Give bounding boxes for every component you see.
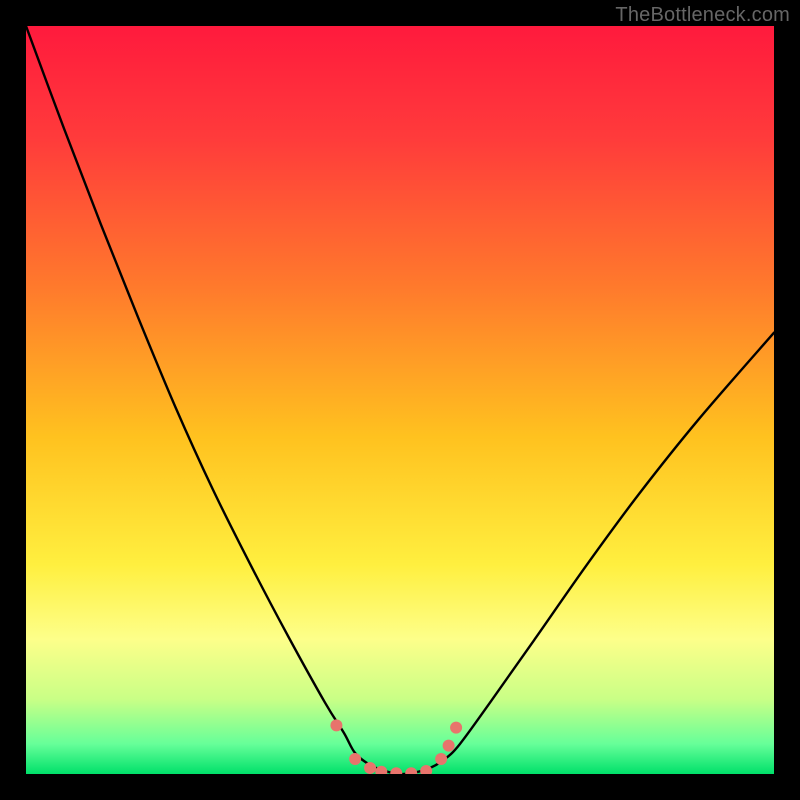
marker-point: [443, 740, 455, 752]
chart-stage: TheBottleneck.com: [0, 0, 800, 800]
marker-point: [364, 762, 376, 774]
marker-point: [349, 753, 361, 765]
marker-point: [435, 753, 447, 765]
marker-point: [330, 719, 342, 731]
bottleneck-chart: [26, 26, 774, 774]
watermark-text: TheBottleneck.com: [615, 4, 790, 27]
plot-area: [26, 26, 774, 774]
gradient-background: [26, 26, 774, 774]
marker-point: [450, 722, 462, 734]
